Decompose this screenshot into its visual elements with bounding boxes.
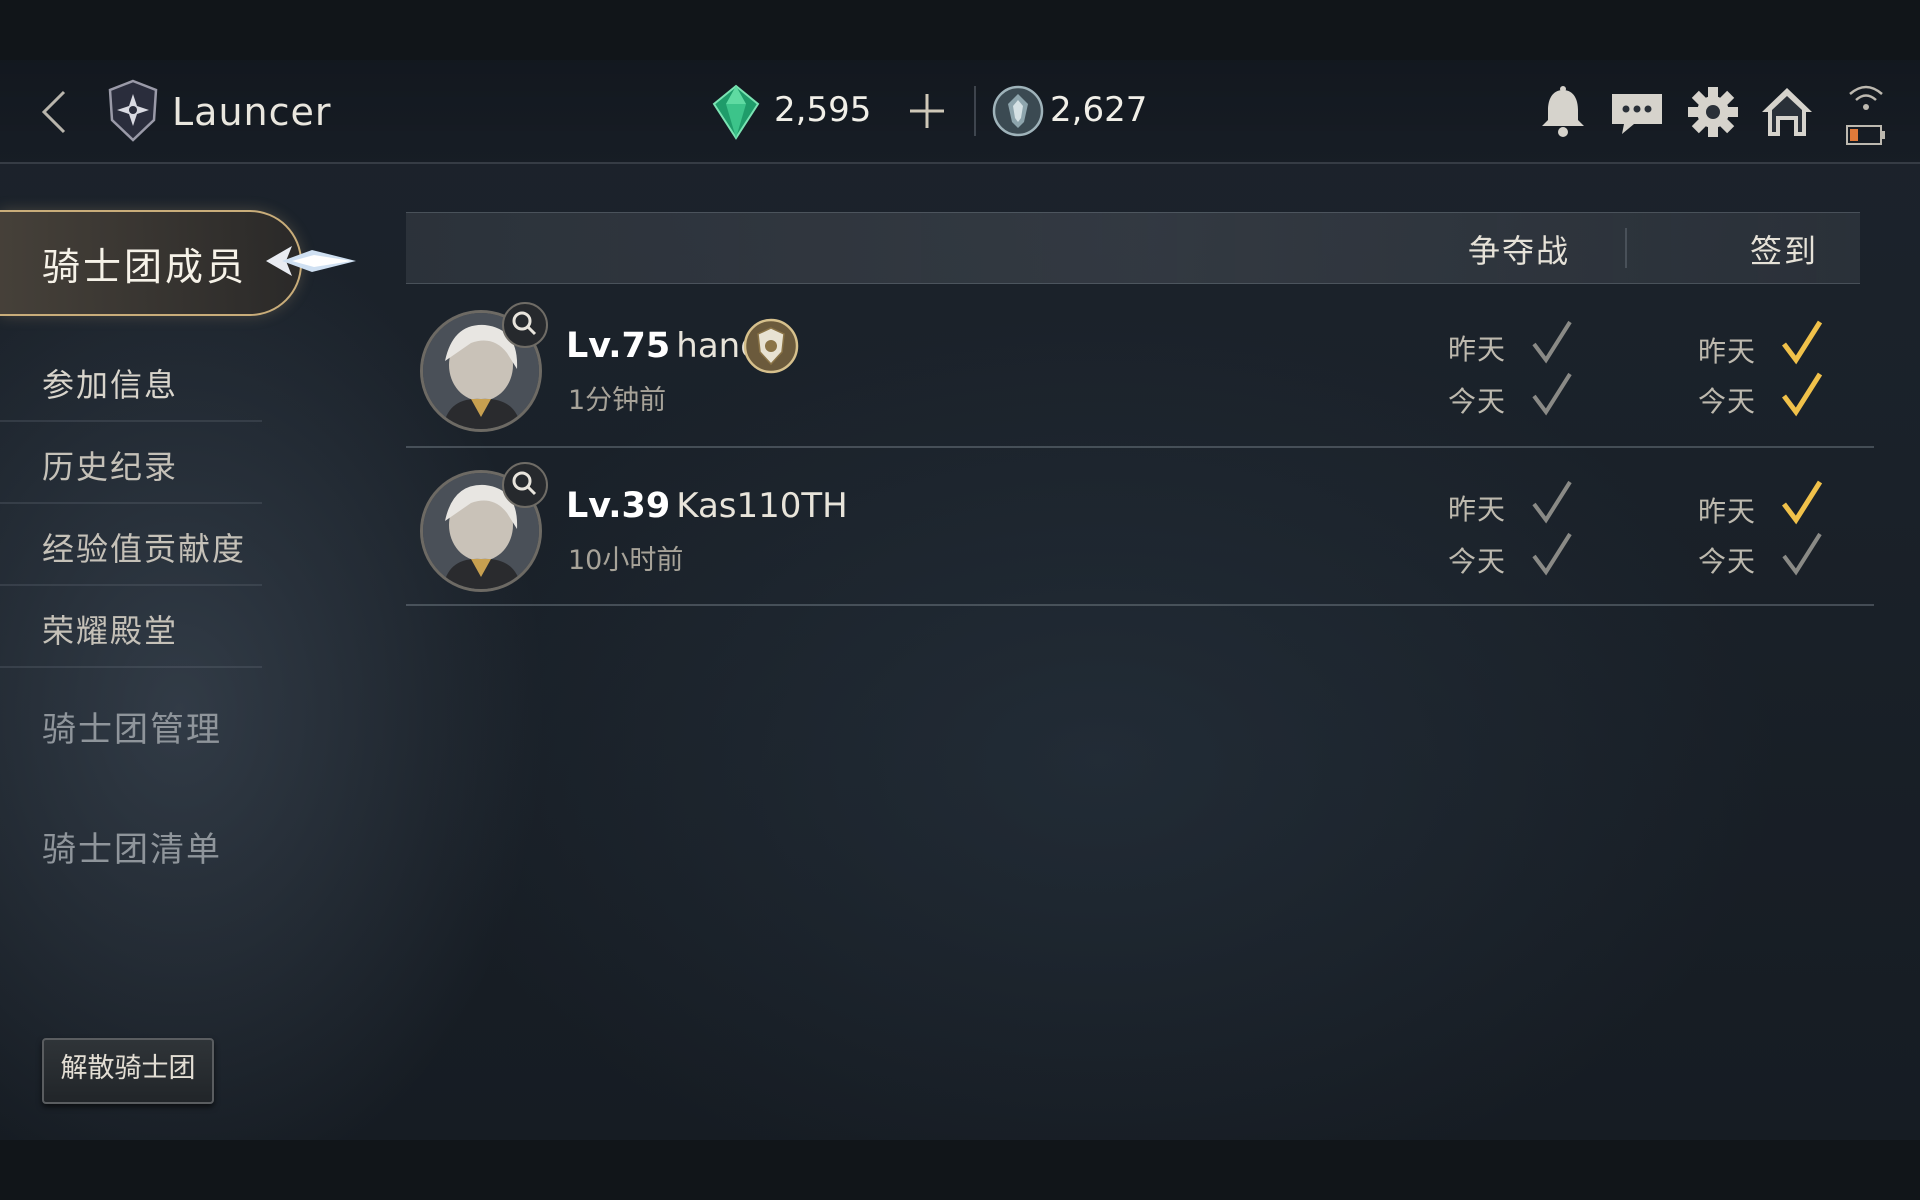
battle-yesterday-label: 昨天 bbox=[1448, 333, 1507, 366]
search-icon bbox=[512, 471, 537, 496]
gear-icon[interactable] bbox=[1684, 82, 1742, 142]
checkin-yesterday-label: 昨天 bbox=[1698, 335, 1757, 368]
row-divider bbox=[406, 604, 1874, 606]
silver-crest-icon bbox=[990, 82, 1046, 140]
battle-today-check-icon bbox=[1532, 372, 1572, 416]
chat-icon[interactable] bbox=[1608, 82, 1666, 142]
disband-guild-button[interactable]: 解散骑士团 bbox=[42, 1038, 214, 1104]
divider bbox=[974, 86, 976, 136]
sidebar-item-label: 参加信息 bbox=[42, 366, 179, 404]
checkin-today-label: 今天 bbox=[1698, 385, 1757, 418]
battle-yesterday-check-icon bbox=[1532, 480, 1572, 524]
member-level: Lv.75 bbox=[566, 326, 671, 366]
guild-master-badge-icon bbox=[742, 316, 800, 376]
sidebar-item-hall-of-glory[interactable]: 荣耀殿堂 bbox=[0, 584, 262, 668]
letterbox-bottom bbox=[0, 1140, 1920, 1200]
column-header-battle: 争夺战 bbox=[1468, 232, 1571, 270]
bell-icon[interactable] bbox=[1534, 82, 1592, 142]
column-divider bbox=[1625, 228, 1627, 268]
selection-arrow-icon bbox=[262, 236, 358, 286]
wifi-icon bbox=[1846, 82, 1886, 112]
add-currency-button[interactable] bbox=[902, 84, 952, 138]
guild-emblem-icon bbox=[104, 78, 162, 144]
letterbox-top bbox=[0, 0, 1920, 60]
checkin-today-label: 今天 bbox=[1698, 545, 1757, 578]
member-level-name: Lv.39 Kas110TH bbox=[566, 486, 848, 526]
last-seen: 10小时前 bbox=[568, 545, 684, 576]
column-header-checkin: 签到 bbox=[1750, 232, 1819, 270]
sidebar-item-members[interactable]: 骑士团成员 bbox=[0, 210, 302, 316]
battle-yesterday-label: 昨天 bbox=[1448, 493, 1507, 526]
member-name: Kas110TH bbox=[676, 486, 848, 526]
checkin-yesterday-label: 昨天 bbox=[1698, 495, 1757, 528]
table-header bbox=[406, 212, 1860, 284]
checkin-yesterday-check-icon bbox=[1782, 320, 1823, 365]
search-icon bbox=[512, 311, 537, 336]
sidebar-item-label: 历史纪录 bbox=[42, 448, 179, 486]
page-title: Launcer bbox=[172, 90, 332, 134]
sidebar-item-label: 经验值贡献度 bbox=[42, 530, 247, 568]
checkin-today-check-icon bbox=[1782, 372, 1823, 417]
top-bar: Launcer 2,595 2,627 bbox=[0, 60, 1920, 164]
sidebar-active-label: 骑士团成员 bbox=[42, 245, 248, 289]
green-gem-icon bbox=[708, 82, 764, 142]
checkin-today-check-icon bbox=[1782, 532, 1822, 576]
last-seen: 1分钟前 bbox=[568, 385, 667, 416]
gem-count: 2,595 bbox=[774, 90, 872, 130]
chevron-left-icon bbox=[41, 90, 66, 134]
sidebar-item-label: 荣耀殿堂 bbox=[42, 612, 179, 650]
battle-today-label: 今天 bbox=[1448, 545, 1507, 578]
home-icon[interactable] bbox=[1758, 82, 1816, 142]
crest-count: 2,627 bbox=[1050, 90, 1148, 130]
member-level-name: Lv.75 hand bbox=[566, 326, 762, 366]
sidebar-item-participation[interactable]: 参加信息 bbox=[0, 338, 262, 422]
sidebar-item-history[interactable]: 历史纪录 bbox=[0, 420, 262, 504]
member-level: Lv.39 bbox=[566, 486, 671, 526]
battle-today-check-icon bbox=[1532, 532, 1572, 576]
sidebar-item-exp-contribution[interactable]: 经验值贡献度 bbox=[0, 502, 262, 586]
sidebar-section-management[interactable]: 骑士团管理 bbox=[42, 702, 222, 751]
battery-icon bbox=[1846, 124, 1886, 150]
inspect-button[interactable] bbox=[502, 302, 548, 348]
back-button[interactable] bbox=[34, 86, 82, 138]
table-row[interactable]: Lv.75 hand 1分钟前 昨天 今天 昨天 今天 bbox=[406, 288, 1874, 446]
battle-today-label: 今天 bbox=[1448, 385, 1507, 418]
battle-yesterday-check-icon bbox=[1532, 320, 1572, 364]
table-row[interactable]: Lv.39 Kas110TH 10小时前 昨天 今天 昨天 今天 bbox=[406, 448, 1874, 606]
checkin-yesterday-check-icon bbox=[1782, 480, 1823, 525]
inspect-button[interactable] bbox=[502, 462, 548, 508]
plus-icon bbox=[910, 94, 944, 128]
sidebar-section-list[interactable]: 骑士团清单 bbox=[42, 822, 222, 871]
